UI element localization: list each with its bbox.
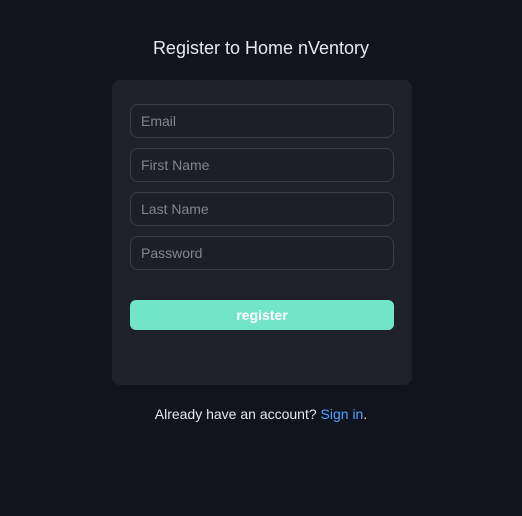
password-field[interactable] [130,236,394,270]
register-button[interactable]: register [130,300,394,330]
first-name-field[interactable] [130,148,394,182]
sign-in-prompt-suffix: . [363,406,368,422]
register-form-card: register [112,80,412,385]
last-name-field[interactable] [130,192,394,226]
sign-in-prompt: Already have an account? Sign in. [0,405,522,423]
register-page: Register to Home nVentory register Alrea… [0,0,522,516]
sign-in-prompt-text: Already have an account? [154,406,317,422]
email-field[interactable] [130,104,394,138]
page-title: Register to Home nVentory [152,38,370,58]
sign-in-link[interactable]: Sign in [321,406,364,422]
